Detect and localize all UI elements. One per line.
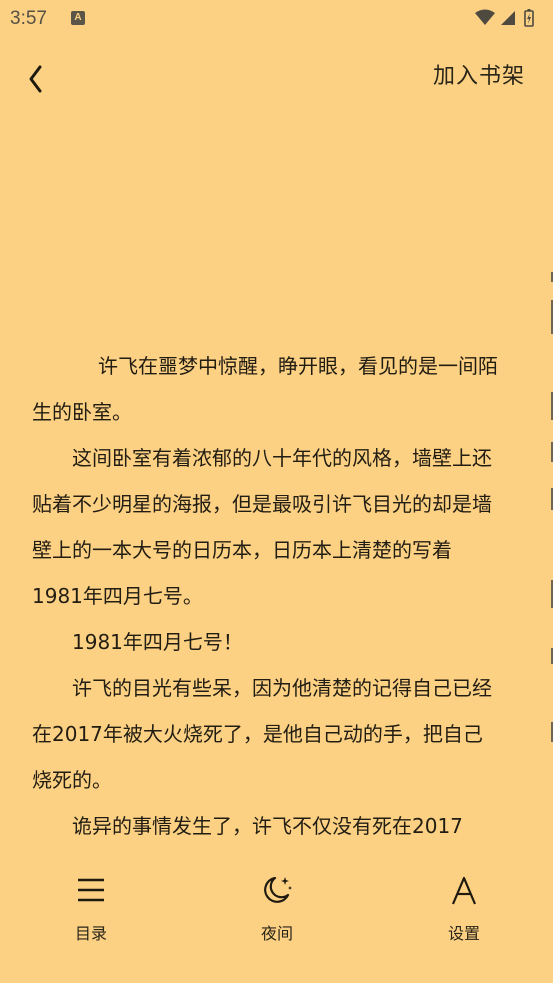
signal-icon (501, 11, 515, 25)
status-icons (473, 8, 541, 28)
night-label: 夜间 (260, 924, 293, 943)
back-button[interactable] (22, 54, 56, 94)
add-to-shelf-button[interactable]: 加入书架 (433, 58, 525, 90)
paragraph: 许飞的目光有些呆，因为他清楚的记得自己已经在2017年被大火烧死了，是他自己动的… (32, 676, 492, 792)
catalog-button[interactable]: 目录 (46, 872, 136, 944)
settings-button[interactable]: 设置 (419, 872, 509, 944)
chevron-left-icon (29, 65, 42, 93)
moon-icon (232, 872, 322, 908)
paragraph: 这间卧室有着浓郁的八十年代的风格，墙壁上还贴着不少明星的海报，但是最吸引许飞目光… (32, 446, 492, 608)
status-bar: 3:57 A (0, 0, 553, 36)
battery-icon (524, 9, 534, 27)
notification-app-icon: A (71, 11, 85, 25)
paragraph: 许飞在噩梦中惊醒，睁开眼，看见的是一间陌生的卧室。 (32, 354, 498, 424)
font-a-icon (419, 872, 509, 908)
reader-bottom-bar: 目录 夜间 设置 (0, 872, 553, 952)
status-time: 3:57 (10, 8, 47, 29)
chapter-text: 许飞在噩梦中惊醒，睁开眼，看见的是一间陌生的卧室。 这间卧室有着浓郁的八十年代的… (32, 343, 500, 849)
menu-icon (46, 872, 136, 908)
settings-label: 设置 (447, 924, 480, 943)
paragraph: 诡异的事情发生了，许飞不仅没有死在2017 (72, 814, 463, 838)
catalog-label: 目录 (74, 924, 107, 943)
night-mode-button[interactable]: 夜间 (232, 872, 322, 944)
wifi-icon (475, 9, 495, 25)
paragraph: 1981年四月七号！ (72, 630, 243, 654)
reader-top-bar: 加入书架 (0, 48, 553, 100)
